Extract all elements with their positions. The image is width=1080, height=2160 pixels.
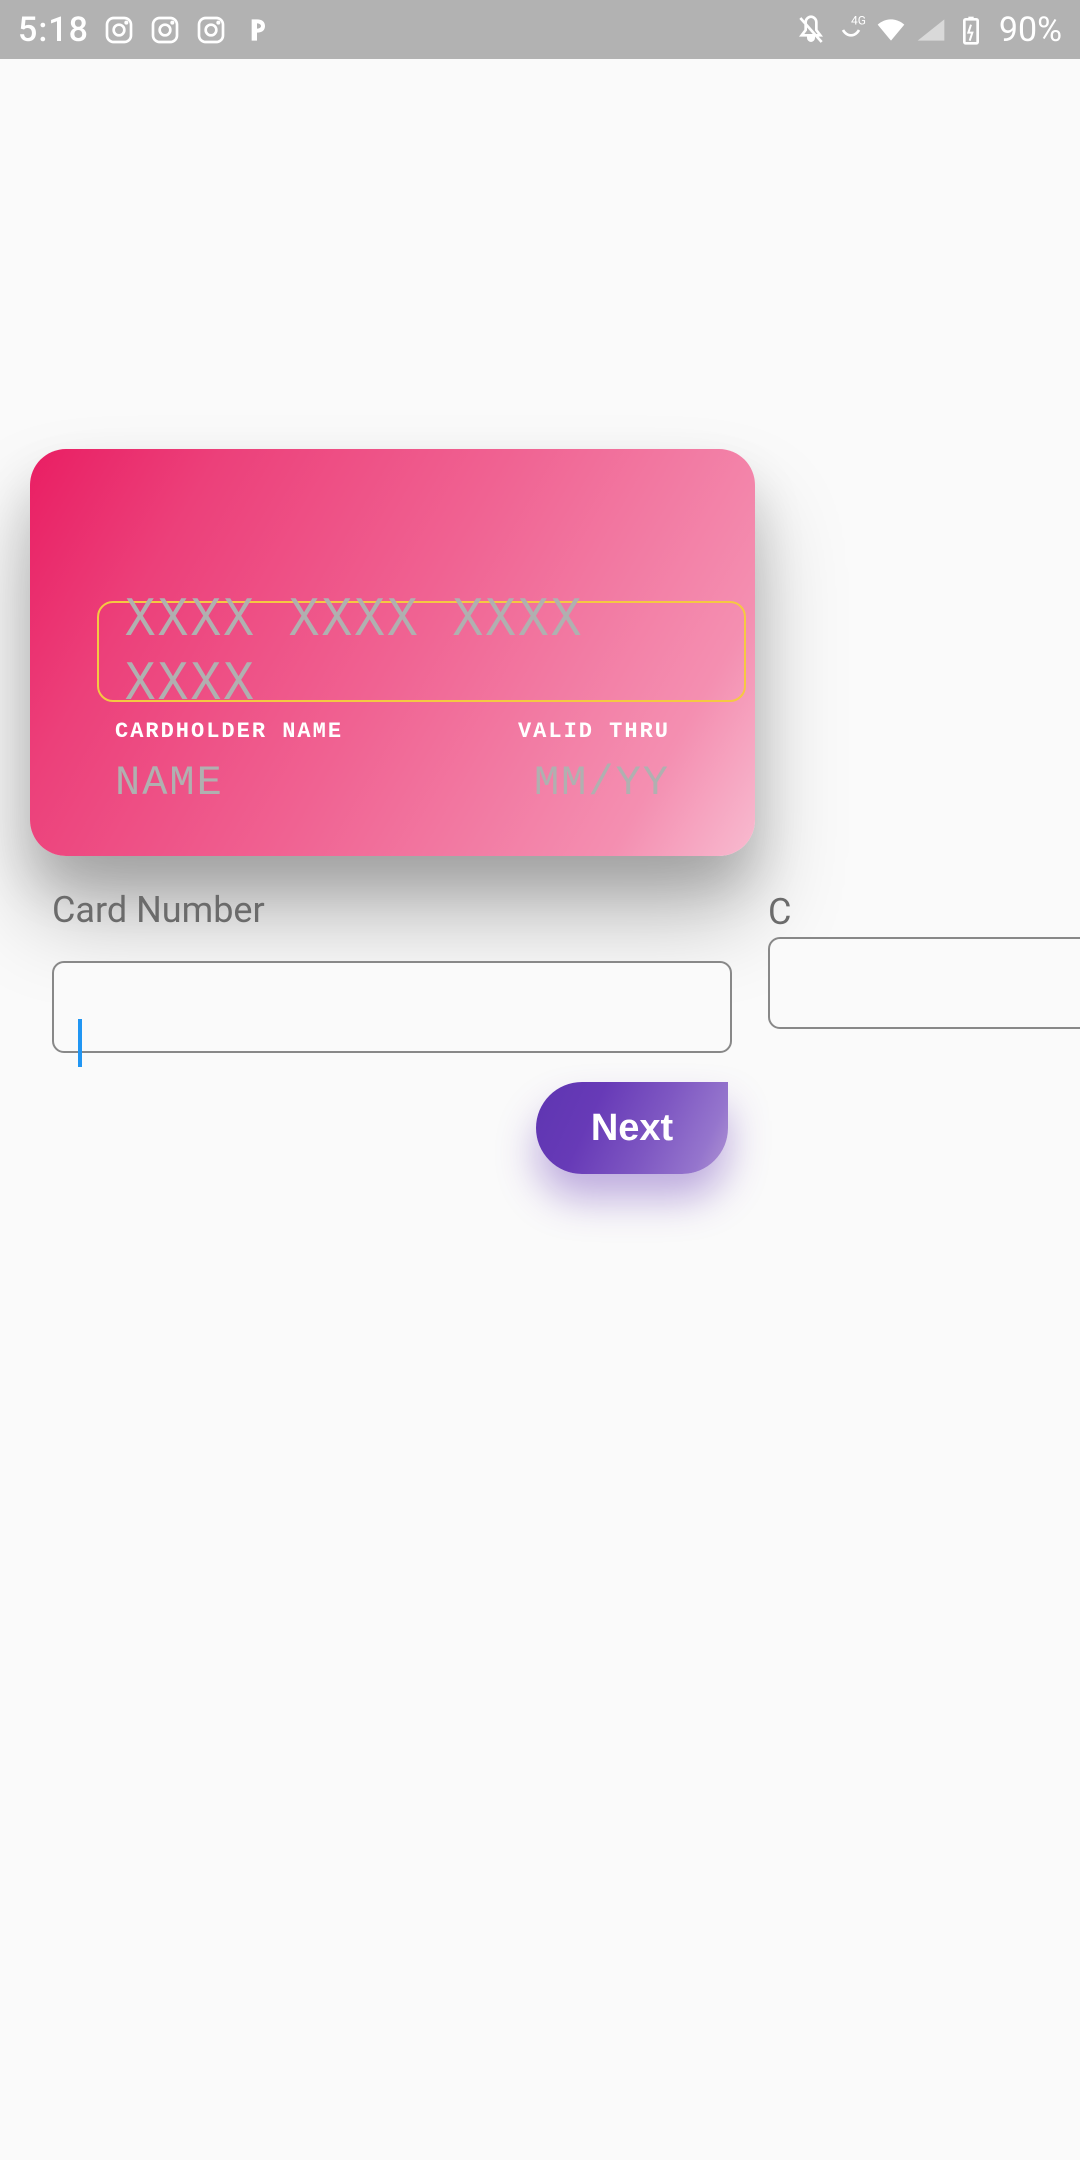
svg-text:4G: 4G [851, 14, 866, 28]
status-bar-right: 4G 90% [795, 10, 1062, 50]
cardholder-name-value: NAME [115, 759, 224, 807]
card-number-input[interactable] [52, 961, 732, 1053]
card-number-display-box: XXXX XXXX XXXX XXXX [97, 601, 746, 702]
card-labels-row: CARDHOLDER NAME VALID THRU [115, 719, 670, 744]
instagram-icon [103, 14, 135, 46]
instagram-icon [195, 14, 227, 46]
next-button[interactable]: Next [536, 1082, 728, 1174]
expiry-value: MM/YY [534, 759, 670, 807]
credit-card-preview: XXXX XXXX XXXX XXXX CARDHOLDER NAME VALI… [30, 449, 755, 856]
status-time: 5:18 [18, 10, 89, 50]
battery-percentage: 90% [999, 10, 1062, 50]
valid-thru-label: VALID THRU [518, 719, 670, 744]
status-bar-left: 5:18 [18, 10, 273, 50]
app-icon [241, 14, 273, 46]
cardholder-name-label: CARDHOLDER NAME [115, 719, 343, 744]
wifi-icon [875, 14, 907, 46]
notifications-off-icon [795, 14, 827, 46]
text-cursor [78, 1019, 82, 1067]
cellular-signal-icon [915, 14, 947, 46]
card-number-placeholder: XXXX XXXX XXXX XXXX [125, 588, 718, 716]
instagram-icon [149, 14, 181, 46]
status-bar: 5:18 4G 90% [0, 0, 1080, 59]
battery-charging-icon [955, 14, 987, 46]
phone-4g-icon: 4G [835, 14, 867, 46]
card-values-row: NAME MM/YY [115, 759, 670, 807]
card-number-label: Card Number [52, 889, 732, 931]
card-number-field: Card Number [52, 889, 732, 1053]
next-field-partial-label: C [768, 891, 791, 933]
next-field-partial-input[interactable] [768, 937, 1080, 1029]
